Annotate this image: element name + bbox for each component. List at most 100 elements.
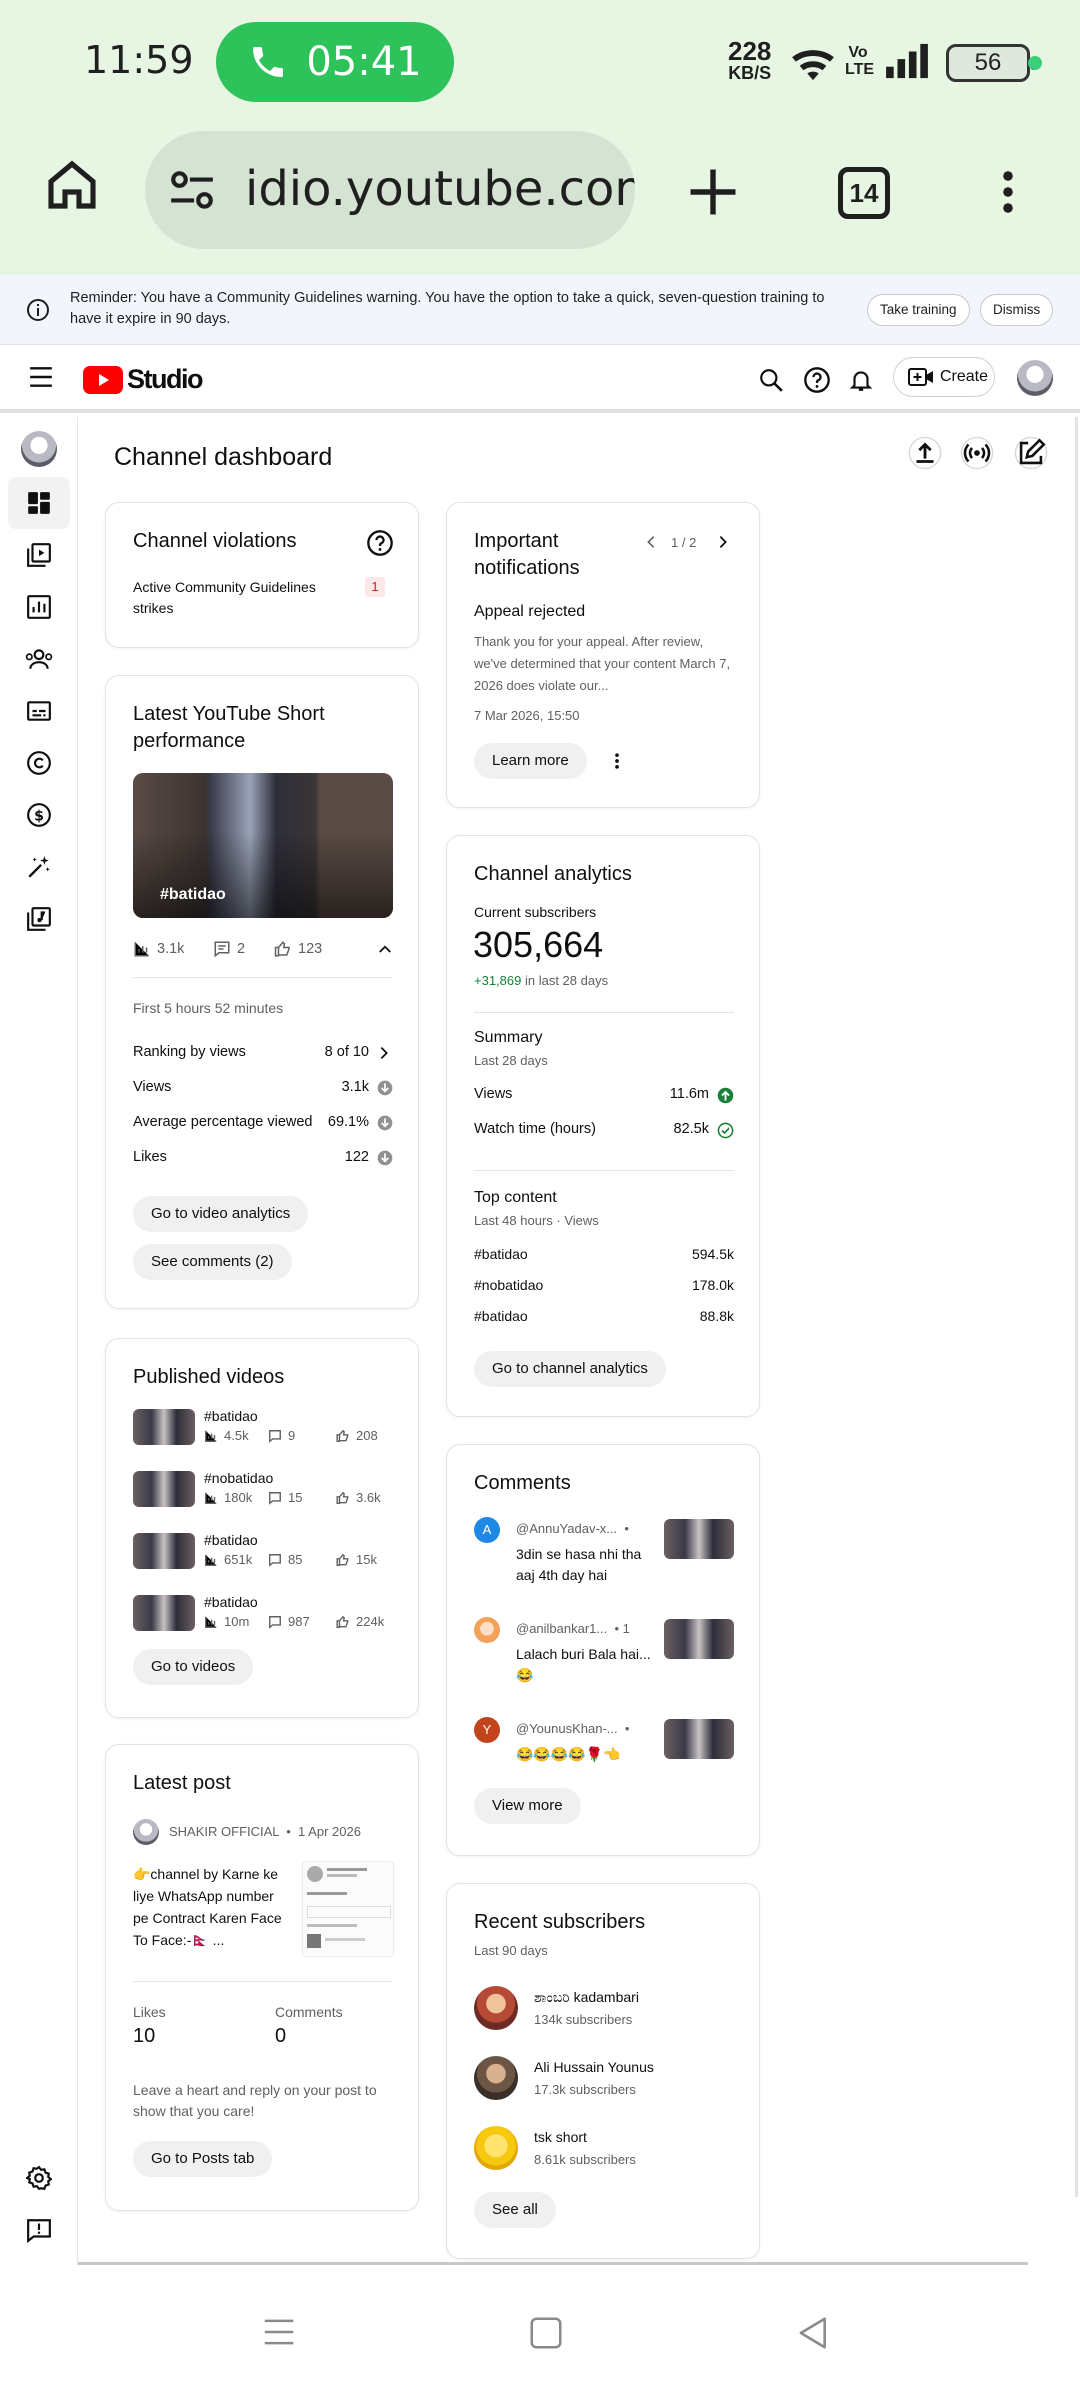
ongoing-call-chip[interactable]: 05:41 <box>216 22 454 102</box>
sidebar-item-audio-library[interactable] <box>22 902 56 936</box>
sidebar-item-content[interactable] <box>22 538 56 572</box>
sidebar-item-feedback[interactable] <box>22 2213 56 2247</box>
video-list-item[interactable]: #batidao 10m 987 224k <box>133 1594 403 1645</box>
vertical-scrollbar[interactable] <box>1075 417 1078 2197</box>
recent-apps-icon[interactable] <box>260 2313 298 2351</box>
see-comments-button[interactable]: See comments (2) <box>133 1244 292 1280</box>
strikes-label: Active Community Guidelines strikes <box>133 579 316 616</box>
hamburger-menu-icon[interactable] <box>28 365 54 389</box>
banner-message: Reminder: You have a Community Guideline… <box>70 290 825 327</box>
sidebar-item-earn[interactable]: $ <box>22 798 56 832</box>
search-icon[interactable] <box>758 367 784 393</box>
comment-icon <box>269 1429 281 1443</box>
top-content-title[interactable]: #batidao <box>474 1308 528 1324</box>
browser-toolbar: idio.youtube.com 14 <box>0 125 1080 275</box>
subscriber-avatar <box>474 1986 518 2030</box>
address-bar[interactable]: idio.youtube.com <box>145 131 635 249</box>
short-row-value: 3.1k <box>341 1079 369 1095</box>
subscriber-item[interactable]: tsk short 8.61k subscribers <box>474 2126 734 2176</box>
top-content-title[interactable]: #nobatidao <box>474 1277 543 1293</box>
top-content-title[interactable]: #batidao <box>474 1246 528 1262</box>
go-live-icon[interactable] <box>960 436 994 470</box>
help-icon[interactable] <box>803 366 831 394</box>
content-icon <box>27 543 51 567</box>
sidebar-item-settings[interactable] <box>22 2161 56 2195</box>
go-to-posts-tab-button[interactable]: Go to Posts tab <box>133 2141 273 2177</box>
tab-switcher-button[interactable]: 14 <box>838 167 890 219</box>
comment-video-thumbnail <box>664 1619 734 1659</box>
post-likes-label: Likes <box>133 2004 166 2020</box>
card-title: Channel analytics <box>474 863 632 885</box>
subscriber-count: 134k subscribers <box>534 2012 633 2027</box>
system-navigation-bar <box>0 2265 1080 2400</box>
subtitles-icon <box>27 701 51 721</box>
see-all-subscribers-button[interactable]: See all <box>474 2192 556 2228</box>
recent-subscribers-card: Recent subscribers Last 90 days ಶಾಂಬರಿ k… <box>446 1883 760 2259</box>
audio-library-icon <box>27 907 51 931</box>
sidebar-item-analytics[interactable] <box>22 590 56 624</box>
site-settings-icon[interactable] <box>167 167 217 213</box>
comment-item[interactable]: A @AnnuYadav-x... • 3din se hasa nhi tha… <box>474 1517 734 1597</box>
chevron-right-icon[interactable] <box>376 1045 392 1061</box>
sidebar-item-community[interactable] <box>22 642 56 676</box>
go-to-channel-analytics-button[interactable]: Go to channel analytics <box>474 1351 666 1387</box>
sidebar-item-copyright[interactable] <box>22 746 56 780</box>
subscribers-label: Current subscribers <box>474 904 597 920</box>
more-vert-icon[interactable] <box>607 751 627 771</box>
card-title: Comments <box>474 1472 571 1494</box>
comment-item[interactable]: @anilbankar1... • 1 Lalach buri Bala hai… <box>474 1617 734 1697</box>
short-row-value: 122 <box>344 1149 369 1165</box>
trend-up-icon <box>717 1087 734 1104</box>
chevron-left-icon[interactable] <box>643 534 659 550</box>
svg-text:$: $ <box>34 808 44 824</box>
notifications-icon[interactable] <box>848 366 874 394</box>
go-to-video-analytics-button[interactable]: Go to video analytics <box>133 1196 309 1232</box>
view-more-comments-button[interactable]: View more <box>474 1788 581 1824</box>
go-to-videos-button[interactable]: Go to videos <box>133 1649 254 1685</box>
thumbs-up-icon <box>336 1553 349 1566</box>
sidebar-item-dashboard[interactable] <box>22 486 56 520</box>
video-comments: 9 <box>268 1428 295 1443</box>
subscriber-count: 8.61k subscribers <box>534 2152 636 2167</box>
upload-icon[interactable] <box>908 436 942 470</box>
chevron-up-icon[interactable] <box>376 940 394 958</box>
create-post-icon[interactable] <box>1014 436 1048 470</box>
signal-icon <box>886 43 928 79</box>
wifi-icon <box>792 50 834 81</box>
post-image[interactable] <box>302 1861 394 1957</box>
comment-item[interactable]: Y @YounusKhan-... • 😂😂😂😂🌹👈 <box>474 1717 734 1777</box>
video-thumbnail <box>133 1409 195 1445</box>
studio-logo[interactable]: Studio <box>83 364 203 395</box>
post-comments-value: 0 <box>275 2025 287 2047</box>
home-button-icon[interactable] <box>527 2314 565 2352</box>
guidelines-warning-banner: Reminder: You have a Community Guideline… <box>0 275 1080 345</box>
create-button[interactable]: Create <box>893 357 995 397</box>
video-list-item[interactable]: #batidao 4.5k 9 208 <box>133 1408 403 1459</box>
youtube-logo-icon <box>83 365 123 394</box>
thumbs-up-icon <box>274 941 290 957</box>
back-icon[interactable] <box>793 2313 831 2353</box>
account-avatar[interactable] <box>1017 360 1053 396</box>
sidebar-item-subtitles[interactable] <box>22 694 56 728</box>
channel-avatar[interactable] <box>21 431 57 467</box>
subscriber-item[interactable]: ಶಾಂಬರಿ kadambari 134k subscribers <box>474 1986 734 2036</box>
thumbs-up-icon <box>336 1429 349 1442</box>
sidebar-item-customization[interactable] <box>22 850 56 884</box>
new-tab-icon[interactable] <box>686 165 740 219</box>
post-comments-label: Comments <box>275 2004 343 2020</box>
video-list-item[interactable]: #batidao 651k 85 15k <box>133 1532 403 1583</box>
subscriber-item[interactable]: Ali Hussain Younus 17.3k subscribers <box>474 2056 734 2106</box>
help-icon[interactable] <box>366 529 394 557</box>
take-training-button[interactable]: Take training <box>867 294 970 326</box>
short-thumbnail[interactable]: #batidao <box>133 773 393 918</box>
dismiss-button[interactable]: Dismiss <box>980 294 1054 326</box>
video-list-item[interactable]: #nobatidao 180k 15 3.6k <box>133 1470 403 1521</box>
clock: 11:59 <box>84 38 194 82</box>
home-icon[interactable] <box>44 155 100 215</box>
top-content-views: 178.0k <box>691 1277 734 1293</box>
chevron-right-icon[interactable] <box>715 534 731 550</box>
learn-more-button[interactable]: Learn more <box>474 743 587 779</box>
more-vert-icon[interactable] <box>984 163 1032 221</box>
short-row-value: 8 of 10 <box>324 1044 369 1060</box>
top-content-period: Last 48 hours · Views <box>474 1213 599 1228</box>
